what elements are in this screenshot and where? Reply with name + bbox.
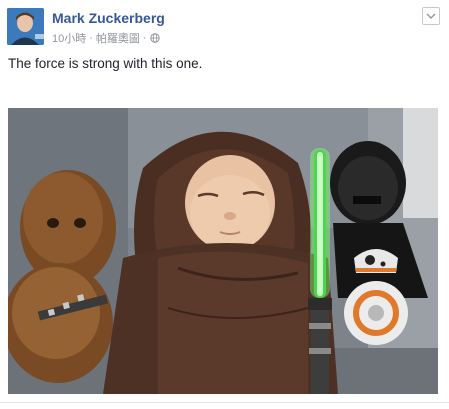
lightsaber: [308, 148, 332, 394]
post-photo[interactable]: [8, 108, 438, 394]
post-location[interactable]: 帕羅奧圖: [96, 30, 140, 46]
baby-in-jedi-robe-photo: [8, 108, 438, 394]
meta-separator: ·: [142, 32, 147, 44]
meta-separator: ·: [89, 32, 93, 44]
chevron-down-icon: [426, 13, 436, 19]
avatar[interactable]: [7, 8, 44, 45]
facebook-post: Mark Zuckerberg 10小時 · 帕羅奧圖 · The force …: [0, 0, 449, 409]
post-options-button[interactable]: [422, 7, 440, 25]
post-status-text: The force is strong with this one.: [8, 56, 203, 71]
post-divider: [0, 402, 449, 403]
globe-icon[interactable]: [149, 33, 160, 43]
avatar-image: [7, 8, 44, 45]
post-timestamp[interactable]: 10小時: [52, 30, 86, 46]
author-name[interactable]: Mark Zuckerberg: [52, 10, 165, 26]
post-meta: 10小時 · 帕羅奧圖 ·: [52, 30, 160, 46]
